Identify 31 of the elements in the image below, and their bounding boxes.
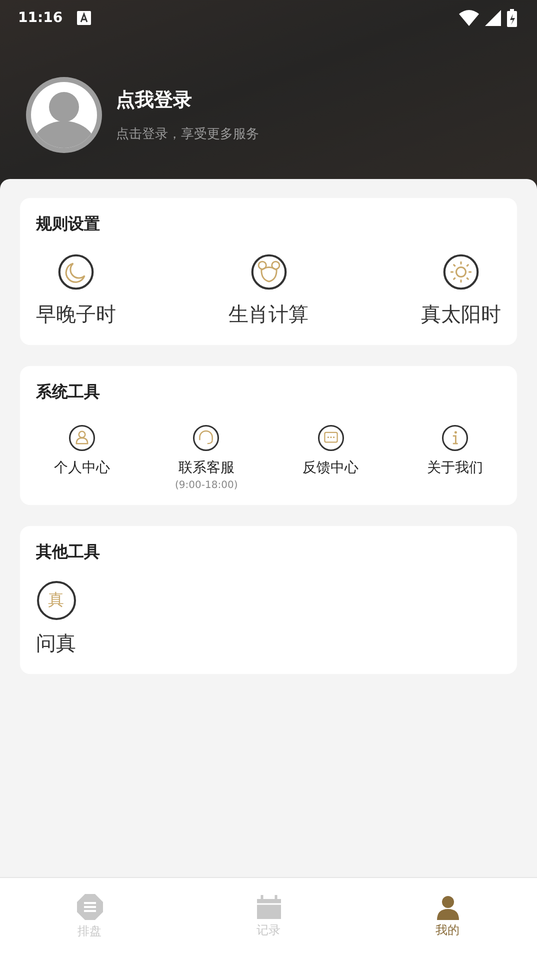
tool-label[interactable]: 个人中心: [54, 459, 110, 477]
battery-icon: [507, 9, 517, 27]
section-title: 其他工具: [36, 542, 101, 563]
keyboard-icon: [76, 11, 91, 25]
headset-icon: [192, 424, 220, 452]
tool-label[interactable]: 问真: [36, 630, 76, 657]
chat-icon: [316, 424, 345, 452]
tool-label[interactable]: 早晚子时: [36, 301, 116, 328]
person-icon: [68, 424, 96, 452]
wifi-icon: [459, 10, 479, 26]
octagon-icon: [76, 892, 104, 920]
tool-label[interactable]: 关于我们: [426, 459, 483, 477]
tool-label[interactable]: 联系客服: [178, 459, 234, 477]
tool-label[interactable]: 反馈中心: [302, 459, 359, 477]
tool-label[interactable]: 真太阳时: [421, 301, 501, 328]
hours-note: (9:00-18:00): [175, 480, 238, 491]
sun-icon: [442, 253, 480, 291]
avatar-icon: [26, 77, 102, 153]
tool-label[interactable]: 生肖计算: [228, 301, 308, 328]
moon-icon: [57, 253, 95, 291]
user-icon: [434, 894, 460, 920]
status-time: 11:16: [18, 10, 63, 26]
login-link[interactable]: 点我登录: [116, 87, 259, 113]
login-subtitle: 点击登录，享受更多服务: [116, 126, 259, 143]
mouse-icon: [250, 253, 288, 291]
signal-icon: [485, 10, 501, 26]
section-title: 系统工具: [36, 382, 101, 403]
calendar-icon: [256, 894, 282, 920]
info-icon: [440, 424, 469, 452]
nav-tab[interactable]: 我的: [358, 878, 537, 954]
section-title: 规则设置: [36, 214, 101, 235]
